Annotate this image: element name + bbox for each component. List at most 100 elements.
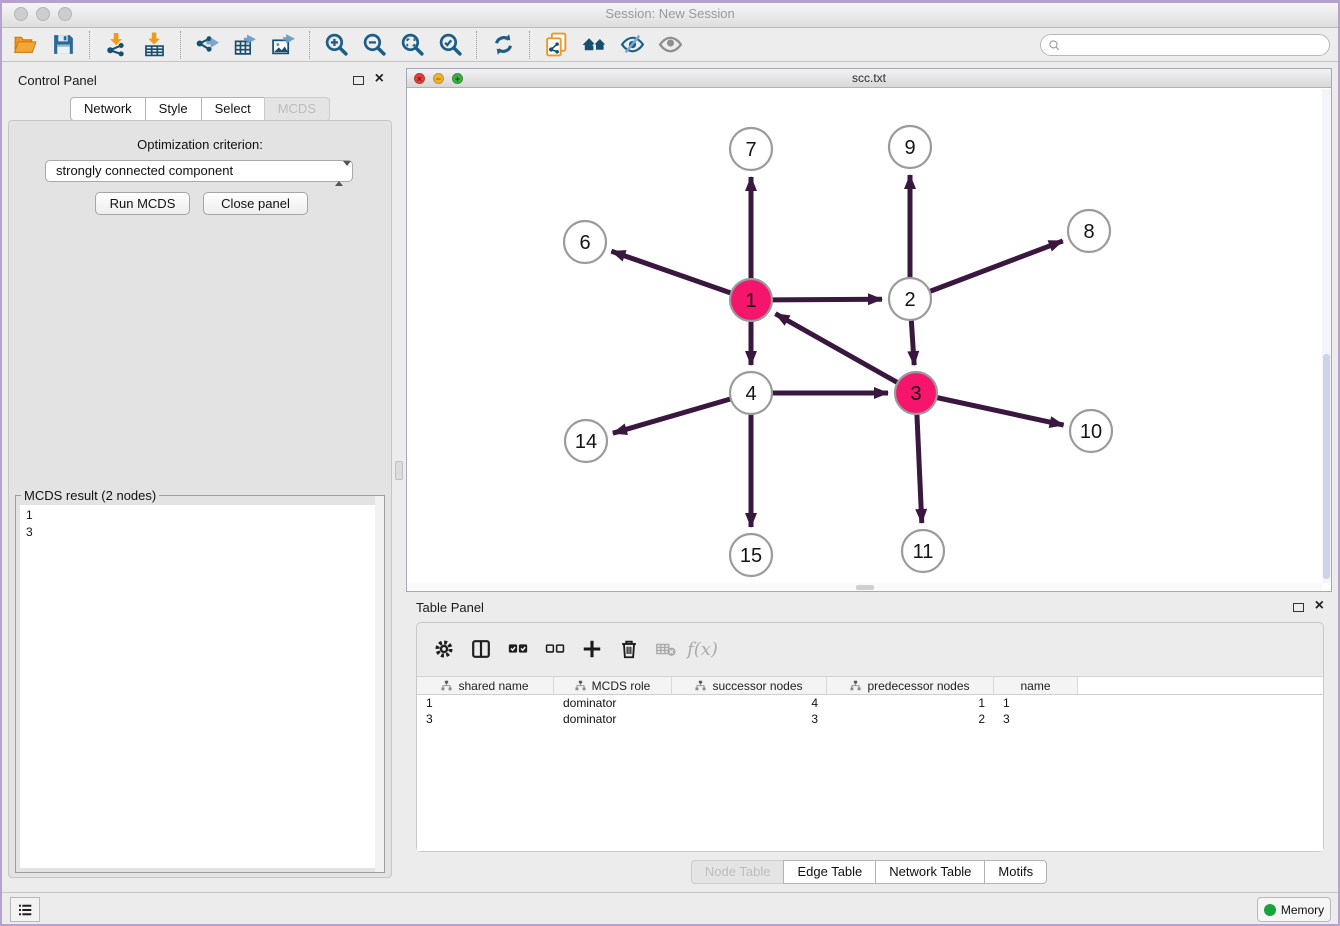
- close-panel-icon[interactable]: ×: [375, 70, 384, 88]
- float-panel-icon[interactable]: [353, 76, 364, 85]
- column-settings-button[interactable]: [425, 631, 462, 667]
- toolbar-separator: [476, 31, 477, 59]
- table-close-panel-icon[interactable]: ×: [1315, 597, 1324, 615]
- edge-1-2[interactable]: [772, 299, 882, 300]
- table-cell[interactable]: 4: [672, 695, 827, 711]
- export-table-icon: [233, 32, 258, 57]
- deselect-all-button[interactable]: [536, 631, 573, 667]
- memory-button[interactable]: Memory: [1257, 897, 1331, 922]
- table-cell[interactable]: 3: [672, 711, 827, 727]
- columns-icon: [470, 638, 492, 660]
- open-session-button[interactable]: [6, 30, 44, 60]
- table-float-panel-icon[interactable]: [1293, 603, 1304, 612]
- table-cell[interactable]: 3: [417, 711, 554, 727]
- tab-style[interactable]: Style: [145, 97, 202, 121]
- folder-open-icon: [13, 32, 38, 57]
- column-label: name: [1020, 679, 1050, 693]
- tab-motifs[interactable]: Motifs: [984, 860, 1047, 884]
- table-panel: Table Panel × f(x) shared nameMCDS roles…: [406, 595, 1332, 890]
- delete-columns-button[interactable]: [610, 631, 647, 667]
- node-label-7: 7: [745, 139, 756, 161]
- result-scrollbar[interactable]: [375, 496, 384, 872]
- task-history-button[interactable]: [10, 897, 40, 922]
- table-cell[interactable]: 1: [417, 695, 554, 711]
- edge-3-1[interactable]: [775, 314, 897, 383]
- mcds-result-group: MCDS result (2 nodes) 13: [15, 495, 385, 873]
- node-label-11: 11: [913, 541, 934, 563]
- first-neighbors-button[interactable]: [575, 30, 613, 60]
- run-mcds-button[interactable]: Run MCDS: [95, 192, 190, 215]
- tab-network-table[interactable]: Network Table: [875, 860, 985, 884]
- export-network-button[interactable]: [188, 30, 226, 60]
- column-header-MCDS-role[interactable]: MCDS role: [554, 677, 672, 695]
- zoom-selected-button[interactable]: [431, 30, 469, 60]
- column-header-predecessor-nodes[interactable]: predecessor nodes: [827, 677, 994, 695]
- node-label-14: 14: [575, 431, 597, 453]
- table-cell[interactable]: dominator: [554, 711, 672, 727]
- check-boxes-icon: [507, 638, 529, 660]
- tab-node-table[interactable]: Node Table: [691, 860, 785, 884]
- mcds-result-text[interactable]: 13: [20, 505, 380, 868]
- edge-2-3[interactable]: [911, 320, 914, 365]
- select-all-button[interactable]: [499, 631, 536, 667]
- hide-selected-button[interactable]: [613, 30, 651, 60]
- export-table-button[interactable]: [226, 30, 264, 60]
- network-vscroll-thumb[interactable]: [1323, 354, 1330, 579]
- column-header-successor-nodes[interactable]: successor nodes: [672, 677, 827, 695]
- export-image-button[interactable]: [264, 30, 302, 60]
- search-box[interactable]: [1040, 34, 1330, 56]
- eye-slash-icon: [620, 32, 645, 57]
- criterion-select[interactable]: strongly connected component: [45, 160, 353, 182]
- trash-icon: [618, 638, 640, 660]
- zoom-fit-button[interactable]: [393, 30, 431, 60]
- node-label-4: 4: [745, 383, 756, 405]
- node-label-10: 10: [1080, 421, 1102, 443]
- result-line: 1: [26, 507, 374, 524]
- table-cell[interactable]: 1: [827, 695, 994, 711]
- table-cell[interactable]: 1: [994, 695, 1078, 711]
- zoom-in-button[interactable]: [317, 30, 355, 60]
- panel-splitter-handle[interactable]: [395, 461, 403, 480]
- show-hide-columns-button[interactable]: [462, 631, 499, 667]
- eye-icon: [658, 32, 683, 57]
- edge-1-6[interactable]: [611, 251, 731, 293]
- network-hscroll-grip[interactable]: [856, 585, 874, 590]
- column-header-shared-name[interactable]: shared name: [417, 677, 554, 695]
- control-panel-tabs: NetworkStyleSelectMCDS: [8, 97, 392, 121]
- save-session-button[interactable]: [44, 30, 82, 60]
- table-cell[interactable]: 2: [827, 711, 994, 727]
- node-label-3: 3: [910, 383, 921, 405]
- table-row[interactable]: 1dominator411: [417, 695, 1323, 711]
- zoom-out-button[interactable]: [355, 30, 393, 60]
- duplicate-network-button[interactable]: [537, 30, 575, 60]
- table-cell[interactable]: dominator: [554, 695, 672, 711]
- app-title: Session: New Session: [0, 6, 1340, 21]
- network-hscrollbar[interactable]: [407, 583, 1322, 591]
- empty-boxes-icon: [544, 638, 566, 660]
- network-window-titlebar[interactable]: × − + scc.txt: [407, 69, 1331, 88]
- toolbar-separator: [529, 31, 530, 59]
- import-network-button[interactable]: [97, 30, 135, 60]
- table-row[interactable]: 3dominator323: [417, 711, 1323, 727]
- mcds-panel: Optimization criterion: strongly connect…: [8, 120, 392, 878]
- tab-mcds[interactable]: MCDS: [264, 97, 330, 121]
- tab-edge-table[interactable]: Edge Table: [783, 860, 876, 884]
- table-cell[interactable]: 3: [994, 711, 1078, 727]
- edge-4-14[interactable]: [613, 399, 731, 433]
- import-table-button[interactable]: [135, 30, 173, 60]
- update-view-button[interactable]: [484, 30, 522, 60]
- search-input[interactable]: [1065, 36, 1321, 54]
- show-all-button[interactable]: [651, 30, 689, 60]
- network-vscrollbar[interactable]: [1322, 89, 1331, 583]
- tab-network[interactable]: Network: [70, 97, 146, 121]
- create-column-button[interactable]: [573, 631, 610, 667]
- column-header-name[interactable]: name: [994, 677, 1078, 695]
- edge-2-8[interactable]: [930, 241, 1063, 292]
- edge-3-11[interactable]: [917, 414, 922, 523]
- network-canvas[interactable]: 1234678910111415: [407, 89, 1331, 591]
- edge-3-10[interactable]: [937, 398, 1064, 426]
- close-panel-button[interactable]: Close panel: [203, 192, 308, 215]
- tab-select[interactable]: Select: [201, 97, 265, 121]
- optimization-criterion-label: Optimization criterion:: [9, 137, 391, 152]
- network-graph[interactable]: 1234678910111415: [407, 89, 1331, 592]
